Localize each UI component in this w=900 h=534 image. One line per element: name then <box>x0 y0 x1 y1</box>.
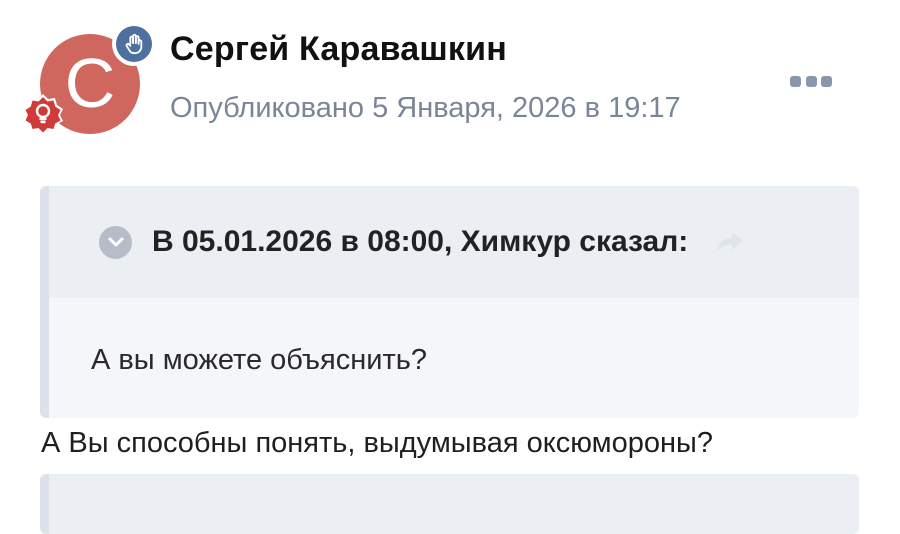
chevron-down-icon[interactable] <box>99 225 132 259</box>
more-dots-icon[interactable] <box>790 70 832 92</box>
quote-header: В 05.01.2026 в 08:00, Химкур сказал: <box>49 186 859 298</box>
lightbulb-icon <box>23 94 63 135</box>
hand-badge <box>112 22 156 66</box>
quote-text: А вы можете объяснить? <box>91 344 427 376</box>
author-name[interactable]: Сергей Каравашкин <box>170 30 507 69</box>
reply-text: А Вы способны понять, выдумывая оксюморо… <box>41 427 713 459</box>
quote-block: В 05.01.2026 в 08:00, Химкур сказал: А в… <box>40 186 859 418</box>
quote-citation: В 05.01.2026 в 08:00, Химкур сказал: <box>152 225 689 258</box>
quote-block-partial <box>40 474 859 534</box>
avatar-letter: C <box>64 44 116 122</box>
raised-hand-icon <box>125 33 143 55</box>
share-arrow-icon[interactable] <box>714 229 746 255</box>
published-date[interactable]: Опубликовано 5 Января, 2026 в 19:17 <box>170 92 681 125</box>
